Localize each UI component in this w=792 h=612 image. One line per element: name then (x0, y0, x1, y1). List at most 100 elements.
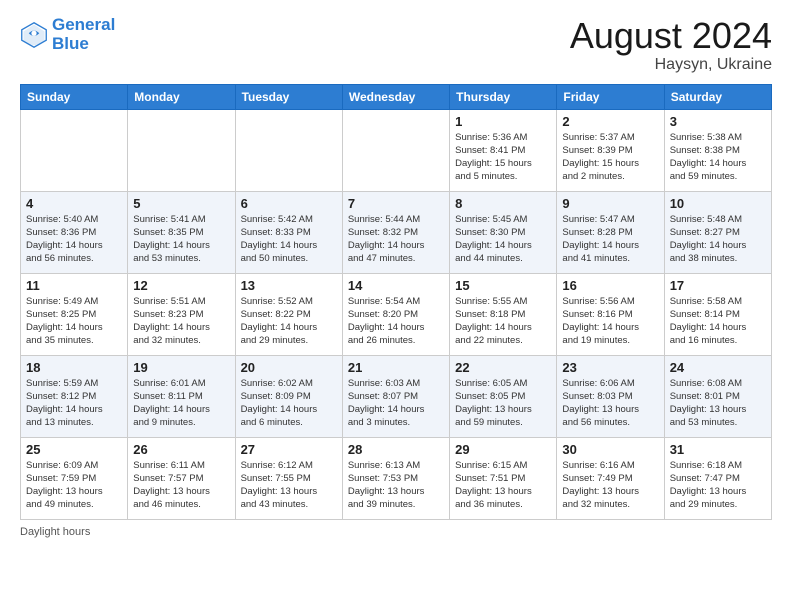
day-number: 26 (133, 442, 229, 457)
day-number: 22 (455, 360, 551, 375)
calendar-cell: 10Sunrise: 5:48 AM Sunset: 8:27 PM Dayli… (664, 191, 771, 273)
calendar-cell: 4 Sunrise: 5:40 AM Sunset: 8:36 PM Daylig… (21, 191, 128, 273)
location-title: Haysyn, Ukraine (570, 56, 772, 74)
header: General Blue August 2024 Haysyn, Ukraine (20, 16, 772, 74)
day-info: Sunrise: 6:11 AM Sunset: 7:57 PM Dayligh… (133, 459, 229, 512)
month-title: August 2024 (570, 16, 772, 56)
day-info: Sunrise: 5:51 AM Sunset: 8:23 PM Dayligh… (133, 295, 229, 348)
weekday-header-sunday: Sunday (21, 84, 128, 109)
day-number: 13 (241, 278, 337, 293)
day-info: Sunrise: 5:54 AM Sunset: 8:20 PM Dayligh… (348, 295, 444, 348)
day-info: Sunrise: 6:13 AM Sunset: 7:53 PM Dayligh… (348, 459, 444, 512)
day-number: 20 (241, 360, 337, 375)
day-info: Sunrise: 5:36 AM Sunset: 8:41 PM Dayligh… (455, 131, 551, 184)
week-row-5: 25Sunrise: 6:09 AM Sunset: 7:59 PM Dayli… (21, 437, 772, 519)
calendar-cell: 15Sunrise: 5:55 AM Sunset: 8:18 PM Dayli… (450, 273, 557, 355)
day-number: 14 (348, 278, 444, 293)
page: General Blue August 2024 Haysyn, Ukraine… (0, 0, 792, 612)
footer: Daylight hours (20, 526, 772, 538)
day-info: Sunrise: 5:47 AM Sunset: 8:28 PM Dayligh… (562, 213, 658, 266)
calendar-cell: 8 Sunrise: 5:45 AM Sunset: 8:30 PM Daylig… (450, 191, 557, 273)
week-row-2: 4 Sunrise: 5:40 AM Sunset: 8:36 PM Daylig… (21, 191, 772, 273)
calendar-cell (21, 109, 128, 191)
calendar-cell: 29 Sunrise: 6:15 AM Sunset: 7:51 PM Dayli… (450, 437, 557, 519)
day-info: Sunrise: 5:48 AM Sunset: 8:27 PM Dayligh… (670, 213, 766, 266)
daylight-label: Daylight hours (20, 526, 90, 538)
title-block: August 2024 Haysyn, Ukraine (570, 16, 772, 74)
day-number: 12 (133, 278, 229, 293)
day-info: Sunrise: 6:09 AM Sunset: 7:59 PM Dayligh… (26, 459, 122, 512)
calendar-table: SundayMondayTuesdayWednesdayThursdayFrid… (20, 84, 772, 520)
weekday-header-row: SundayMondayTuesdayWednesdayThursdayFrid… (21, 84, 772, 109)
calendar-cell: 18Sunrise: 5:59 AM Sunset: 8:12 PM Dayli… (21, 355, 128, 437)
day-info: Sunrise: 5:49 AM Sunset: 8:25 PM Dayligh… (26, 295, 122, 348)
day-info: Sunrise: 5:56 AM Sunset: 8:16 PM Dayligh… (562, 295, 658, 348)
day-info: Sunrise: 5:41 AM Sunset: 8:35 PM Dayligh… (133, 213, 229, 266)
calendar-cell (128, 109, 235, 191)
day-info: Sunrise: 6:06 AM Sunset: 8:03 PM Dayligh… (562, 377, 658, 430)
calendar-cell: 25Sunrise: 6:09 AM Sunset: 7:59 PM Dayli… (21, 437, 128, 519)
day-number: 3 (670, 114, 766, 129)
calendar-cell: 9 Sunrise: 5:47 AM Sunset: 8:28 PM Daylig… (557, 191, 664, 273)
logo: General Blue (20, 16, 115, 53)
calendar-cell: 28 Sunrise: 6:13 AM Sunset: 7:53 PM Dayli… (342, 437, 449, 519)
day-number: 5 (133, 196, 229, 211)
day-info: Sunrise: 6:15 AM Sunset: 7:51 PM Dayligh… (455, 459, 551, 512)
day-number: 1 (455, 114, 551, 129)
day-number: 7 (348, 196, 444, 211)
day-number: 24 (670, 360, 766, 375)
calendar-cell (342, 109, 449, 191)
day-number: 23 (562, 360, 658, 375)
day-number: 4 (26, 196, 122, 211)
day-number: 15 (455, 278, 551, 293)
day-info: Sunrise: 5:37 AM Sunset: 8:39 PM Dayligh… (562, 131, 658, 184)
weekday-header-wednesday: Wednesday (342, 84, 449, 109)
day-number: 18 (26, 360, 122, 375)
day-info: Sunrise: 6:03 AM Sunset: 8:07 PM Dayligh… (348, 377, 444, 430)
day-number: 6 (241, 196, 337, 211)
calendar-cell: 21 Sunrise: 6:03 AM Sunset: 8:07 PM Dayli… (342, 355, 449, 437)
calendar-cell: 12 Sunrise: 5:51 AM Sunset: 8:23 PM Dayli… (128, 273, 235, 355)
calendar-cell: 23 Sunrise: 6:06 AM Sunset: 8:03 PM Dayli… (557, 355, 664, 437)
day-info: Sunrise: 6:01 AM Sunset: 8:11 PM Dayligh… (133, 377, 229, 430)
day-info: Sunrise: 6:12 AM Sunset: 7:55 PM Dayligh… (241, 459, 337, 512)
logo-icon (20, 21, 48, 49)
day-number: 27 (241, 442, 337, 457)
day-info: Sunrise: 5:52 AM Sunset: 8:22 PM Dayligh… (241, 295, 337, 348)
calendar-cell: 7 Sunrise: 5:44 AM Sunset: 8:32 PM Daylig… (342, 191, 449, 273)
calendar-cell: 27 Sunrise: 6:12 AM Sunset: 7:55 PM Dayli… (235, 437, 342, 519)
calendar-cell: 6 Sunrise: 5:42 AM Sunset: 8:33 PM Daylig… (235, 191, 342, 273)
day-info: Sunrise: 5:44 AM Sunset: 8:32 PM Dayligh… (348, 213, 444, 266)
day-info: Sunrise: 5:45 AM Sunset: 8:30 PM Dayligh… (455, 213, 551, 266)
weekday-header-saturday: Saturday (664, 84, 771, 109)
day-number: 2 (562, 114, 658, 129)
calendar-cell: 5 Sunrise: 5:41 AM Sunset: 8:35 PM Daylig… (128, 191, 235, 273)
day-number: 9 (562, 196, 658, 211)
day-number: 17 (670, 278, 766, 293)
calendar-cell: 3Sunrise: 5:38 AM Sunset: 8:38 PM Daylig… (664, 109, 771, 191)
calendar-cell: 11Sunrise: 5:49 AM Sunset: 8:25 PM Dayli… (21, 273, 128, 355)
week-row-3: 11Sunrise: 5:49 AM Sunset: 8:25 PM Dayli… (21, 273, 772, 355)
calendar-cell: 17 Sunrise: 5:58 AM Sunset: 8:14 PM Dayli… (664, 273, 771, 355)
calendar-cell: 20 Sunrise: 6:02 AM Sunset: 8:09 PM Dayli… (235, 355, 342, 437)
day-info: Sunrise: 6:05 AM Sunset: 8:05 PM Dayligh… (455, 377, 551, 430)
day-number: 8 (455, 196, 551, 211)
weekday-header-thursday: Thursday (450, 84, 557, 109)
calendar-cell: 30Sunrise: 6:16 AM Sunset: 7:49 PM Dayli… (557, 437, 664, 519)
day-info: Sunrise: 6:16 AM Sunset: 7:49 PM Dayligh… (562, 459, 658, 512)
calendar-cell: 19Sunrise: 6:01 AM Sunset: 8:11 PM Dayli… (128, 355, 235, 437)
calendar-cell: 16 Sunrise: 5:56 AM Sunset: 8:16 PM Dayli… (557, 273, 664, 355)
day-number: 29 (455, 442, 551, 457)
day-info: Sunrise: 5:42 AM Sunset: 8:33 PM Dayligh… (241, 213, 337, 266)
weekday-header-friday: Friday (557, 84, 664, 109)
calendar-cell: 31Sunrise: 6:18 AM Sunset: 7:47 PM Dayli… (664, 437, 771, 519)
calendar-cell (235, 109, 342, 191)
day-number: 21 (348, 360, 444, 375)
day-number: 28 (348, 442, 444, 457)
day-info: Sunrise: 5:40 AM Sunset: 8:36 PM Dayligh… (26, 213, 122, 266)
calendar-cell: 14 Sunrise: 5:54 AM Sunset: 8:20 PM Dayli… (342, 273, 449, 355)
day-info: Sunrise: 6:02 AM Sunset: 8:09 PM Dayligh… (241, 377, 337, 430)
day-number: 16 (562, 278, 658, 293)
day-info: Sunrise: 5:58 AM Sunset: 8:14 PM Dayligh… (670, 295, 766, 348)
weekday-header-tuesday: Tuesday (235, 84, 342, 109)
